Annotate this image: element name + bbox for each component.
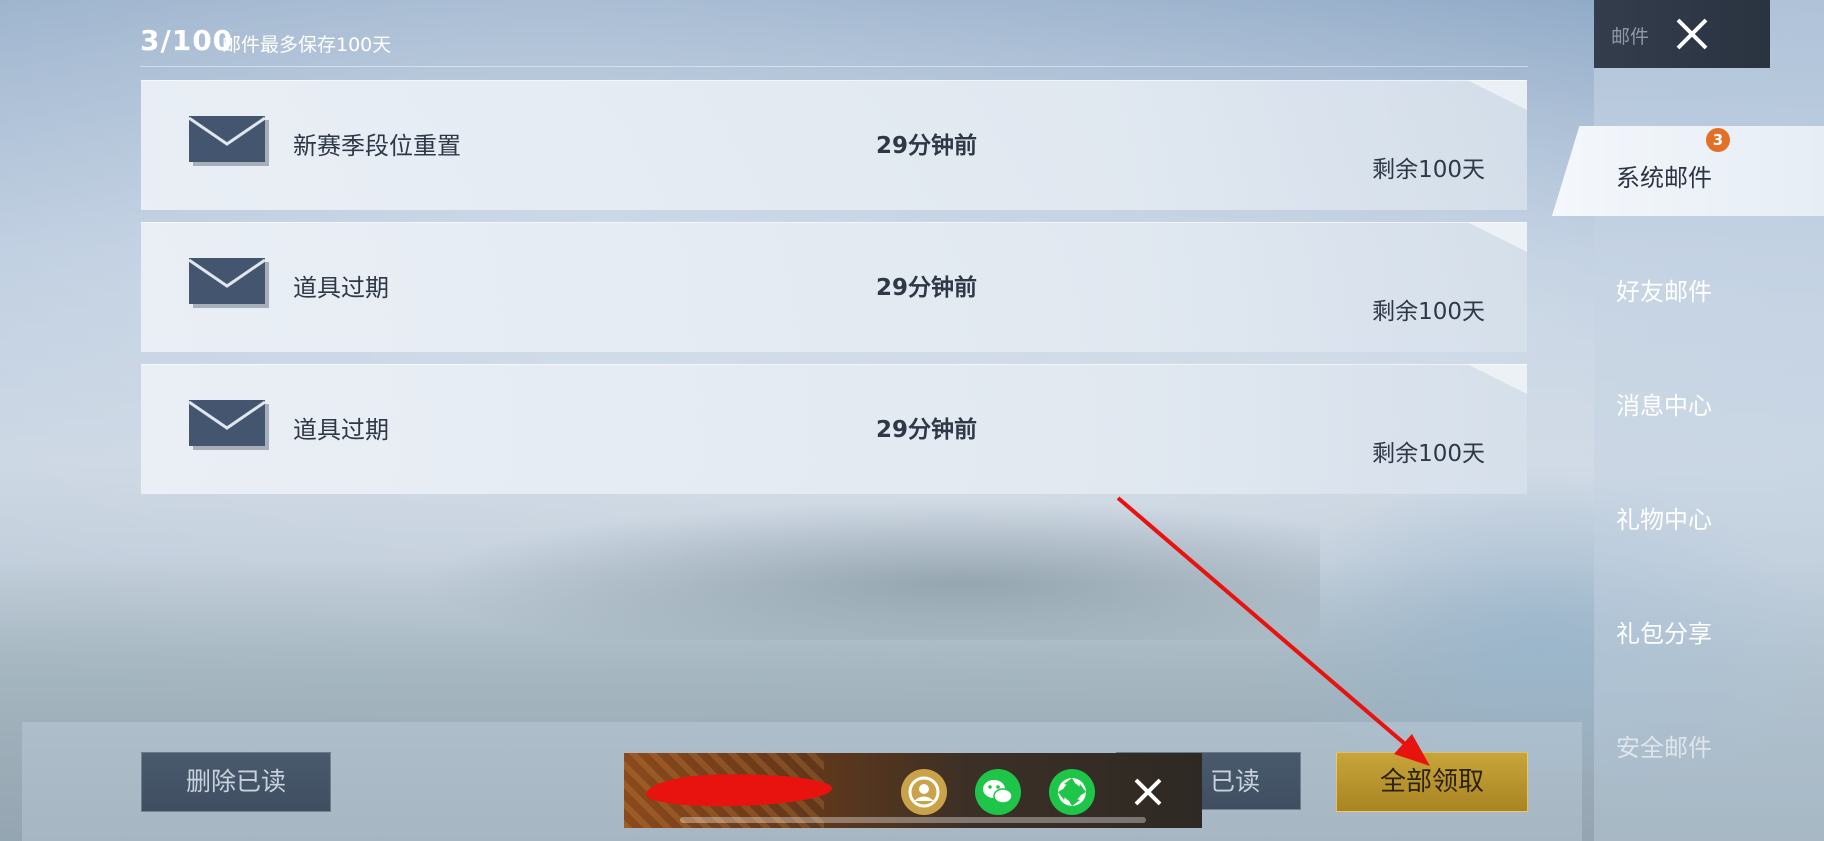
header-divider xyxy=(140,66,1528,67)
card-corner-decoration xyxy=(1467,364,1527,394)
mail-screen: 3/100 邮件最多保存100天 新赛季段位重置 29分钟前 剩余100天 道具… xyxy=(0,0,1824,841)
close-icon[interactable] xyxy=(1126,770,1170,814)
card-corner-decoration xyxy=(1467,222,1527,252)
wechat-icon[interactable] xyxy=(974,768,1022,816)
sidebar-item-gift-pack-share[interactable]: 礼包分享 xyxy=(1616,614,1712,649)
mail-title: 道具过期 xyxy=(293,416,389,444)
delete-read-button[interactable]: 删除已读 xyxy=(141,752,331,812)
mail-time: 29分钟前 xyxy=(876,133,978,159)
sidebar-item-label: 系统邮件 xyxy=(1616,164,1712,192)
envelope-icon xyxy=(188,258,269,308)
share-overlay-scrollbar xyxy=(680,817,1146,823)
envelope-icon xyxy=(188,116,269,166)
card-corner-decoration xyxy=(1467,80,1527,110)
mail-remaining: 剩余100天 xyxy=(1372,299,1485,325)
unread-badge: 3 xyxy=(1706,128,1730,152)
mail-item[interactable]: 道具过期 29分钟前 剩余100天 xyxy=(141,222,1527,352)
envelope-icon xyxy=(188,400,269,450)
sidebar-item-gift-center[interactable]: 礼物中心 xyxy=(1616,500,1712,535)
mail-count: 3/100 xyxy=(140,24,234,57)
mail-title: 新赛季段位重置 xyxy=(293,132,461,160)
mail-time: 29分钟前 xyxy=(876,275,978,301)
mail-item[interactable]: 道具过期 29分钟前 剩余100天 xyxy=(141,364,1527,494)
sidebar-item-friend-mail[interactable]: 好友邮件 xyxy=(1616,272,1712,307)
close-icon[interactable] xyxy=(1670,12,1714,56)
retention-note: 邮件最多保存100天 xyxy=(222,34,392,56)
sidebar-title: 邮件 xyxy=(1611,26,1650,48)
claim-all-button[interactable]: 全部领取 xyxy=(1336,752,1528,812)
sidebar-item-security-mail[interactable]: 安全邮件 xyxy=(1616,728,1712,763)
mail-time: 29分钟前 xyxy=(876,417,978,443)
sidebar-item-message-center[interactable]: 消息中心 xyxy=(1616,386,1712,421)
mail-remaining: 剩余100天 xyxy=(1372,157,1485,183)
mail-remaining: 剩余100天 xyxy=(1372,441,1485,467)
qq-zone-icon[interactable] xyxy=(900,768,948,816)
mail-item[interactable]: 新赛季段位重置 29分钟前 剩余100天 xyxy=(141,80,1527,210)
wechat-moments-icon[interactable] xyxy=(1048,768,1096,816)
mail-title: 道具过期 xyxy=(293,274,389,302)
